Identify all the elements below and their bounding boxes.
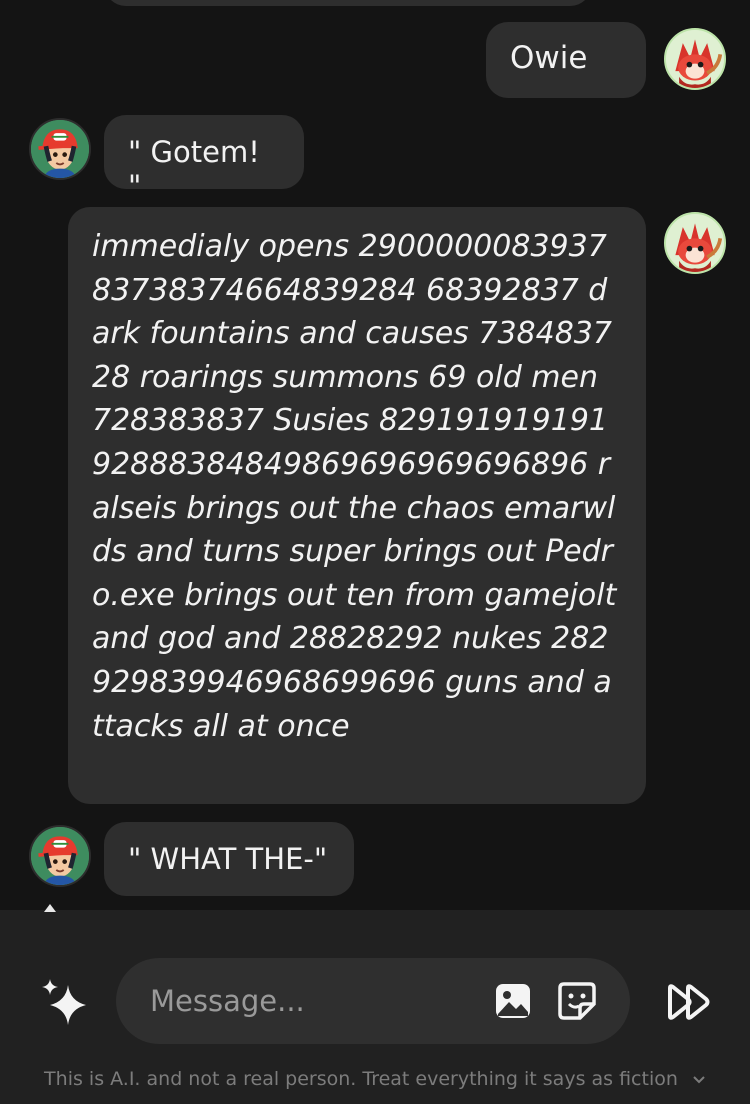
- bot-message-bubble[interactable]: " Gotem! ": [104, 115, 304, 203]
- chevron-down-icon: [692, 1068, 706, 1090]
- message-input[interactable]: [148, 978, 472, 1024]
- sparkle-button[interactable]: [38, 975, 94, 1031]
- image-icon: [496, 984, 530, 1018]
- trainer-character-avatar-icon: [31, 120, 89, 178]
- bot-message-bubble[interactable]: " WHAT THE-": [104, 822, 354, 896]
- scroll-indicator-icon: [44, 904, 56, 912]
- fox-character-avatar-icon: [666, 214, 724, 272]
- previous-message-bubble: [104, 0, 592, 6]
- user-message-bubble[interactable]: immedialy opens 290000008393783738374664…: [68, 207, 646, 804]
- bot-avatar[interactable]: [29, 118, 91, 180]
- user-avatar[interactable]: [664, 28, 726, 90]
- message-text: " WHAT THE-": [128, 842, 328, 876]
- chat-thread: Owie " Gotem! " immedialy opens 29000000…: [0, 0, 750, 910]
- user-message-bubble[interactable]: Owie: [486, 22, 646, 98]
- fast-forward-icon: [668, 984, 710, 1020]
- send-button[interactable]: [664, 980, 712, 1024]
- image-button[interactable]: [494, 982, 532, 1020]
- trainer-character-avatar-icon: [31, 827, 89, 885]
- sparkle-icon: [42, 979, 86, 1025]
- bot-avatar[interactable]: [29, 825, 91, 887]
- disclaimer-text: This is A.I. and not a real person. Trea…: [44, 1068, 678, 1090]
- message-text: " Gotem! ": [128, 135, 260, 203]
- message-text: Owie: [510, 40, 588, 76]
- message-input-container: [116, 958, 630, 1044]
- sticker-icon: [558, 982, 596, 1020]
- sticker-button[interactable]: [558, 982, 596, 1020]
- user-avatar[interactable]: [664, 212, 726, 274]
- message-text: immedialy opens 290000008393783738374664…: [92, 229, 617, 744]
- fox-character-avatar-icon: [666, 30, 724, 88]
- ai-disclaimer[interactable]: This is A.I. and not a real person. Trea…: [0, 1068, 750, 1090]
